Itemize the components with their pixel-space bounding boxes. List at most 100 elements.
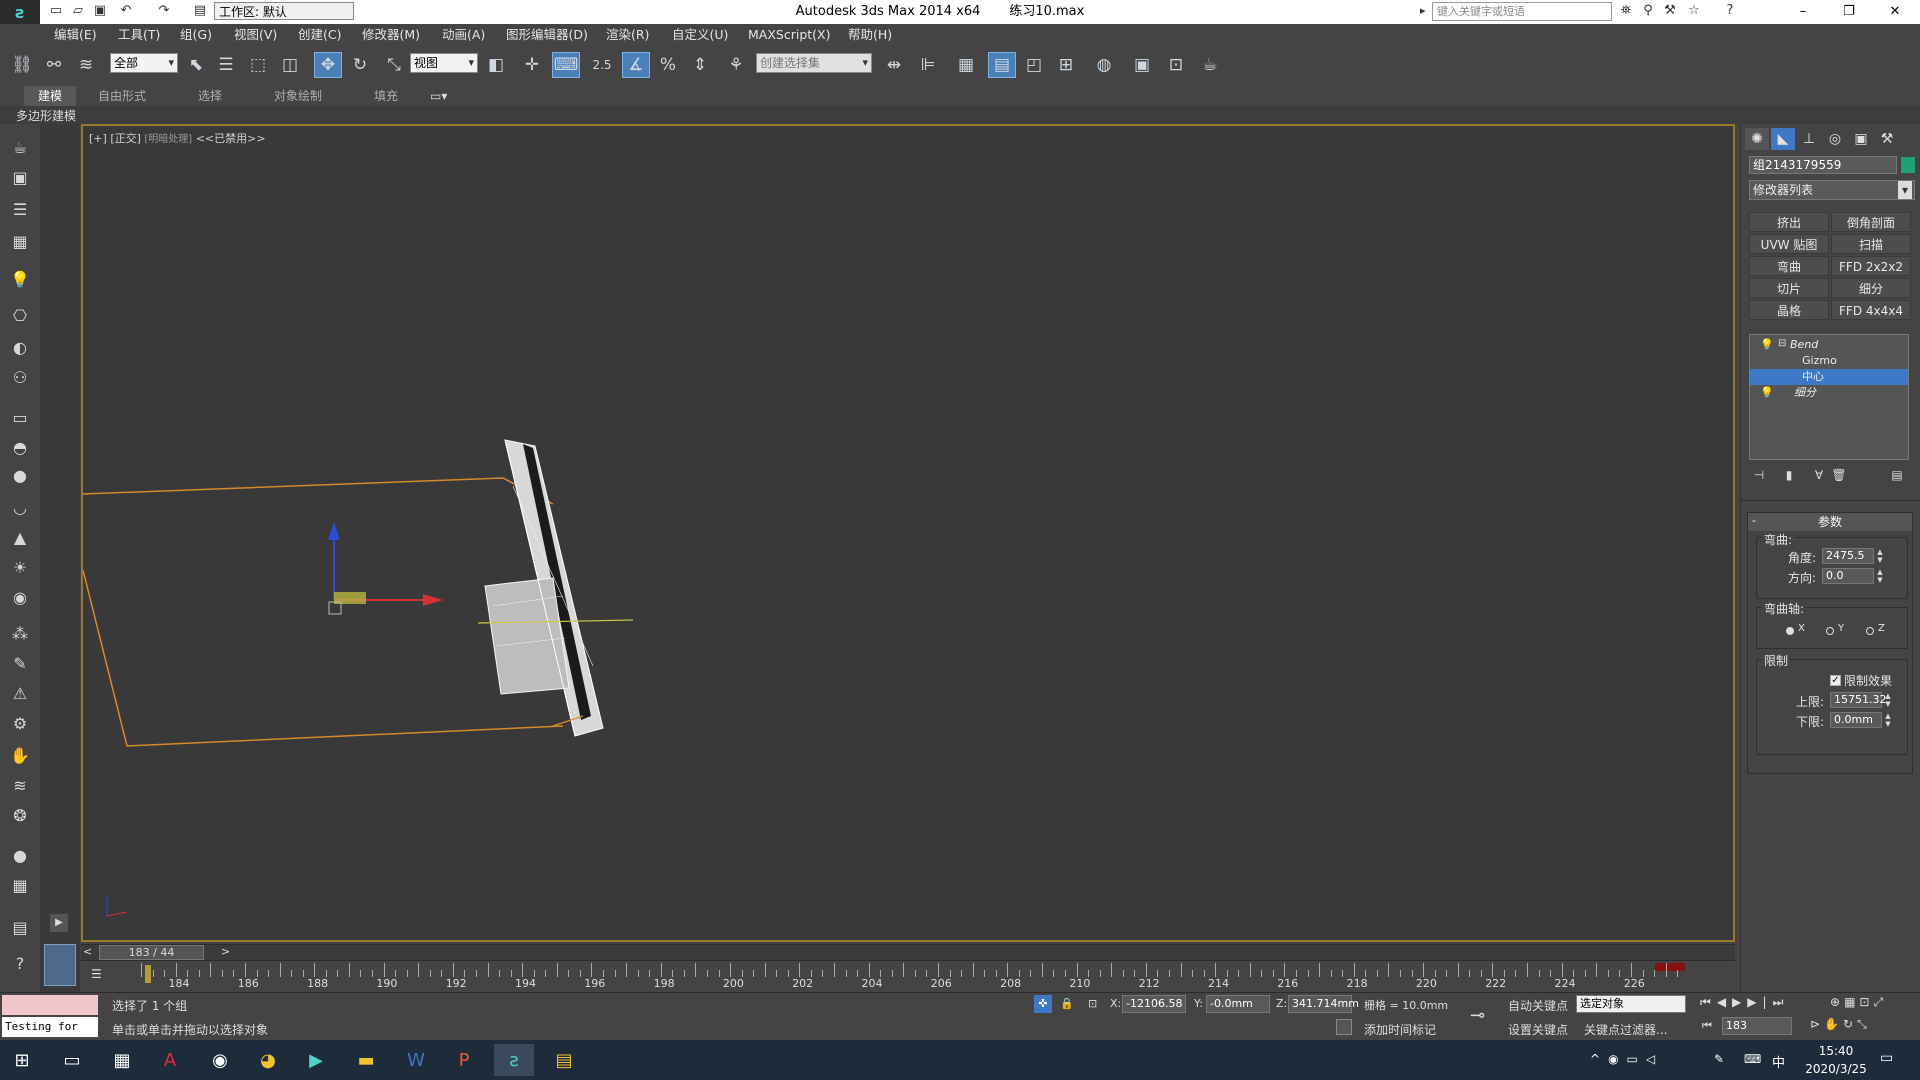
zoom-icon[interactable]: ⊕ [1830,995,1844,1009]
angle-input[interactable]: 2475.5 [1822,548,1874,564]
ball-icon[interactable]: ● [6,842,34,868]
modifier-bend-button[interactable]: 弯曲 [1749,256,1829,276]
utilities-tab-icon[interactable]: ⚒ [1875,128,1899,150]
key-mode-dropdown[interactable]: 选定对象 [1576,995,1686,1013]
key-mode-toggle-icon[interactable]: ⏮ [1702,1019,1712,1033]
schematic-view-icon[interactable]: ⊞ [1052,52,1080,78]
hair-icon[interactable]: ≋ [6,772,34,798]
y-coordinate-field[interactable]: -0.0mm [1206,995,1270,1013]
min-max-toggle-icon[interactable]: ⤡ [1857,1017,1871,1031]
lower-limit-input[interactable]: 0.0mm [1830,712,1882,728]
select-and-move-icon[interactable]: ✥ [314,52,342,78]
select-by-name-icon[interactable]: ☰ [212,52,240,78]
clock-date[interactable]: 2020/3/25 [1796,1062,1876,1076]
axis-x-radio[interactable] [1786,627,1794,635]
tray-volume-icon[interactable]: ◁ [1646,1052,1663,1066]
select-and-manipulate-icon[interactable]: ✛ [518,52,546,78]
viewport-front[interactable]: [+] [正交] [明暗处理] <<已禁用>> [81,124,1735,942]
start-icon[interactable]: ⊞ [2,1044,42,1076]
ribbon-tab-populate[interactable]: 填充 [374,86,398,106]
spinner-snap-icon[interactable]: ⇕ [686,52,714,78]
axis-z-radio[interactable] [1866,627,1874,635]
select-object-icon[interactable]: ⬉ [182,52,210,78]
camera-icon[interactable]: ⎔ [6,302,34,328]
stack-item-center[interactable]: 中心 [1750,369,1908,385]
modifier-ffd2-button[interactable]: FFD 2x2x2 [1831,256,1911,276]
time-tag-icon[interactable] [1336,1019,1352,1035]
bind-space-warp-icon[interactable]: ≋ [72,52,100,78]
orbit-icon[interactable]: ↻ [1843,1017,1857,1031]
save-icon[interactable]: ▣ [92,3,108,19]
sun-icon[interactable]: ☀ [6,554,34,580]
help-icon[interactable]: ? [1722,3,1738,19]
modifier-slice-button[interactable]: 切片 [1749,278,1829,298]
redo-icon[interactable]: ↷ [156,3,172,19]
time-slider-handle[interactable]: 183 / 44 [99,945,204,960]
hand-icon[interactable]: ✋ [6,742,34,768]
menu-customize[interactable]: 自定义(U) [672,24,728,46]
rectangular-selection-icon[interactable]: ⬚ [244,52,272,78]
keyboard-shortcut-override-icon[interactable]: ⌨ [552,52,580,78]
object-color-swatch[interactable] [1901,157,1915,173]
graphite-ribbon-icon[interactable]: ▤ [988,52,1016,78]
previous-frame-icon[interactable]: ◀ [1717,995,1732,1009]
menu-rendering[interactable]: 渲染(R) [606,24,649,46]
zoom-all-icon[interactable]: ▦ [1844,995,1859,1009]
angle-spinner[interactable]: ▲ ▼ [1876,548,1884,564]
menu-create[interactable]: 创建(C) [298,24,341,46]
tray-network-icon[interactable]: ▭ [1627,1052,1646,1066]
rollout-collapse-icon[interactable]: - [1752,514,1756,527]
audio-icon[interactable]: ◐ [6,334,34,360]
notes-app-icon[interactable]: ▤ [544,1044,584,1076]
notification-icon[interactable]: ▭ [1880,1050,1893,1066]
make-unique-icon[interactable]: ∀ [1809,466,1829,484]
time-next-arrow-icon[interactable]: > [221,945,230,958]
file-explorer-icon[interactable]: ▬ [346,1044,386,1076]
modifier-list-dropdown[interactable]: 修改器列表 [1749,180,1915,200]
list-icon[interactable]: ☰ [6,196,34,222]
new-file-icon[interactable]: ▭ [48,3,64,19]
modify-tab-icon[interactable]: ◣ [1771,128,1795,150]
lightbulb-icon[interactable]: 💡 [1760,386,1774,399]
word-app-icon[interactable]: W [396,1044,436,1076]
pdf-app-icon[interactable]: P [444,1044,484,1076]
tray-app-icon[interactable]: ◉ [1608,1052,1626,1066]
upper-limit-spinner[interactable]: ▲ ▼ [1884,692,1892,708]
search-expand-icon[interactable]: ▸ [1420,4,1426,17]
calculator-app-icon[interactable]: ▦ [102,1044,142,1076]
maximize-button[interactable]: ❐ [1826,0,1872,24]
teapot-icon[interactable]: ☕ [6,134,34,160]
pan-icon[interactable]: ✋ [1824,1017,1843,1031]
stack-item-gizmo[interactable]: Gizmo [1750,353,1908,369]
reference-coordinate-dropdown[interactable]: 视图 [410,53,478,73]
open-file-icon[interactable]: ▱ [70,3,86,19]
sphere-icon[interactable]: ● [6,462,34,488]
help-circle-icon[interactable]: ? [6,950,34,976]
ribbon-tab-object-paint[interactable]: 对象绘制 [274,86,322,106]
render-setup-icon[interactable]: ▣ [1128,52,1156,78]
3dsmax-active-app-icon[interactable]: ƨ [494,1044,534,1076]
time-slider[interactable]: < 183 / 44 > [81,944,1735,961]
ribbon-tab-freeform[interactable]: 自由形式 [98,86,146,106]
percent-snap-icon[interactable]: % [654,52,682,78]
edit-named-selection-icon[interactable]: ⚘ [722,52,750,78]
mini-curve-editor-icon[interactable] [44,944,76,986]
unlink-icon[interactable]: ⚯ [40,52,68,78]
cone-icon[interactable]: ▲ [6,524,34,550]
add-time-tag-button[interactable]: 添加时间标记 [1364,1021,1436,1038]
disc-icon[interactable]: ◉ [6,584,34,610]
select-and-rotate-icon[interactable]: ↻ [346,52,374,78]
rendered-frame-icon[interactable]: ⊡ [1162,52,1190,78]
film-icon[interactable]: ⚇ [6,364,34,390]
configure-modifier-sets-icon[interactable]: ▤ [1887,466,1907,484]
modifier-extrude-button[interactable]: 挤出 [1749,212,1829,232]
axis-y-radio[interactable] [1826,627,1834,635]
limit-effect-checkbox[interactable]: ✓ [1830,675,1841,686]
hemisphere-icon[interactable]: ◓ [6,434,34,460]
material-editor-icon[interactable]: ◍ [1090,52,1118,78]
render-teapot-icon[interactable]: ☕ [1196,52,1224,78]
current-frame-field[interactable]: 183 [1722,1017,1792,1035]
keyboard-icon[interactable]: ⌨ [1744,1052,1761,1066]
selection-filter-dropdown[interactable]: 全部 [110,53,178,73]
help-search-input[interactable]: 键入关键字或短语 [1432,2,1612,21]
